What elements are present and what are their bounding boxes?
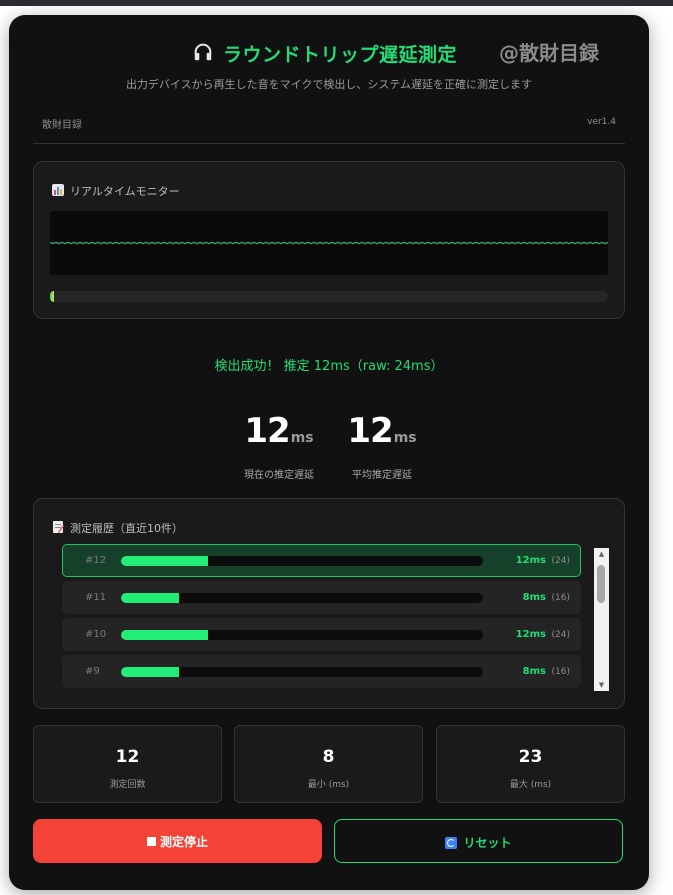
average-latency-value: 12 [347,411,393,451]
history-row-raw: (24) [551,556,570,566]
author-label: 散財目録 [42,120,82,131]
history-row-raw: (16) [551,667,570,677]
current-latency-value: 12 [244,411,290,451]
reset-button-label: リセット [463,836,512,850]
current-latency-stat: 12ms 現在の推定遅延 [229,411,329,481]
history-row-ms: 12ms [515,555,546,566]
history-scrollbar[interactable]: ▲ ▼ [594,548,609,691]
history-row: #10 12ms (24) [62,618,581,651]
refresh-icon [445,837,458,849]
divider [33,143,625,144]
history-row-bar [121,556,483,566]
window-top-bar [0,0,673,6]
current-latency-unit: ms [290,430,314,446]
monitor-title: リアルタイムモニター [70,185,180,198]
history-row-bar-fill [121,630,208,640]
status-message: 検出成功！ 推定 12ms（raw: 24ms） [214,359,444,374]
history-row-index: #11 [85,592,107,603]
summary-max-label: 最大 (ms) [509,780,552,790]
page-subtitle: 出力デバイスから再生した音をマイクで検出し、システム遅延を正確に測定します [125,78,533,91]
scroll-up-arrow-icon[interactable]: ▲ [594,548,609,560]
monitor-header: リアルタイムモニター [52,180,180,198]
summary-count-value: 12 [115,747,140,767]
scrollbar-thumb[interactable] [597,565,605,603]
average-latency-unit: ms [393,430,417,446]
stop-button-label: 測定停止 [159,835,208,849]
waveform-line [50,241,608,245]
summary-min-box: 8 最小 (ms) [234,725,423,803]
summary-count-box: 12 測定回数 [33,725,222,803]
history-row-index: #12 [85,555,107,566]
history-panel: 測定履歴（直近10件） #12 12ms (24) #11 8ms (16) #10 12ms… [33,498,625,709]
current-latency-label: 現在の推定遅延 [244,470,314,481]
history-header: 測定履歴（直近10件） [52,517,183,535]
history-row-bar-fill [121,556,208,566]
headphones-icon [194,43,212,61]
scroll-down-arrow-icon[interactable]: ▼ [594,679,609,691]
summary-min-label: 最小 (ms) [307,780,350,790]
history-row-bar [121,667,483,677]
history-row-bar-fill [121,667,179,677]
average-latency-stat: 12ms 平均推定遅延 [332,411,432,481]
history-row-raw: (24) [551,630,570,640]
bar-chart-icon [52,184,64,196]
average-latency-label: 平均推定遅延 [352,470,412,481]
history-list[interactable]: #12 12ms (24) #11 8ms (16) #10 12ms (24) #9 8ms (16… [62,544,582,692]
waveform-canvas [50,211,608,275]
history-row-index: #9 [85,666,100,677]
realtime-monitor-panel: リアルタイムモニター [33,161,625,319]
input-level-fill [50,291,55,302]
history-row-ms: 8ms [522,592,546,603]
history-row-index: #10 [85,629,107,640]
watermark: @散財目録 [499,41,599,65]
history-row-bar-fill [121,593,179,603]
header: ラウンドトリップ遅延測定 @散財目録 [9,37,649,69]
latency-tester-card: ラウンドトリップ遅延測定 @散財目録 出力デバイスから再生した音をマイクで検出し… [9,15,649,890]
history-row: #11 8ms (16) [62,581,581,614]
history-row: #9 8ms (16) [62,655,581,688]
history-row-bar [121,593,483,603]
summary-max-box: 23 最大 (ms) [436,725,625,803]
input-level-meter [50,291,608,302]
stop-measurement-button[interactable]: 測定停止 [33,819,322,863]
history-row-bar [121,630,483,640]
history-title: 測定履歴（直近10件） [70,522,183,535]
history-row: #12 12ms (24) [62,544,581,577]
history-row-ms: 8ms [522,666,546,677]
memo-icon [53,521,64,533]
page-title: ラウンドトリップ遅延測定 [223,44,458,66]
summary-min-value: 8 [322,747,335,767]
reset-button[interactable]: リセット [334,819,623,863]
version-label: ver1.4 [587,117,616,127]
summary-max-value: 23 [518,747,543,767]
stop-square-icon [146,837,156,846]
summary-count-label: 測定回数 [109,780,146,790]
waveform [50,241,608,245]
history-row-raw: (16) [551,593,570,603]
history-row-ms: 12ms [515,629,546,640]
